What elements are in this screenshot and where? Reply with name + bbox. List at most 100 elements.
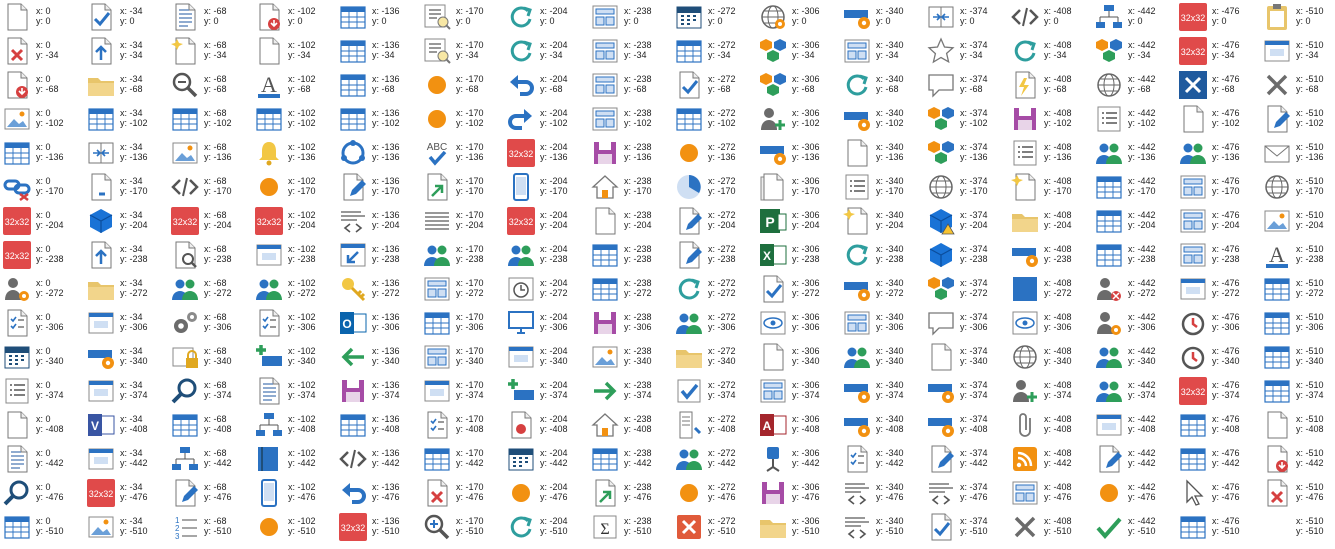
offset-y-label: y: -68 — [288, 84, 311, 94]
icon-offset-label: x: -136 y: -34 — [372, 40, 400, 60]
offset-x-label: x: -272 — [708, 312, 736, 322]
icon-cell: x: 0 y: -340 — [0, 340, 84, 374]
svg-text:32x32: 32x32 — [5, 251, 30, 261]
icon-cell: ABC x: -170 y: -136 — [420, 136, 504, 170]
icon-cell: x: -272 y: -374 — [672, 374, 756, 408]
icon-offset-label: x: -170 y: -34 — [456, 40, 484, 60]
offset-y-label: y: -170 — [1128, 186, 1156, 196]
offset-x-label: x: -408 — [1044, 210, 1072, 220]
offset-y-label: y: -170 — [960, 186, 988, 196]
document-check-icon — [926, 512, 956, 542]
offset-y-label: y: -204 — [876, 220, 904, 230]
icon-offset-label: x: -204 y: 0 — [540, 6, 568, 26]
tools-icon — [1178, 70, 1208, 100]
offset-x-label: x: -374 — [960, 108, 988, 118]
icon-offset-label: x: -170 y: -476 — [456, 482, 484, 502]
icon-offset-label: x: -170 y: -272 — [456, 278, 484, 298]
text-code-icon — [338, 206, 368, 236]
icon-cell: x: -34 y: -34 — [84, 34, 168, 68]
table-icon — [674, 104, 704, 134]
delete-icon — [674, 512, 704, 542]
icon-cell: x: -476 y: -272 — [1176, 272, 1260, 306]
home-icon — [590, 410, 620, 440]
icon-offset-label: x: -136 y: 0 — [372, 6, 400, 26]
offset-x-label: x: -34 — [120, 40, 143, 50]
icon-offset-label: x: -306 y: -272 — [792, 278, 820, 298]
window-icon — [506, 342, 536, 372]
offset-y-label: y: -170 — [1212, 186, 1240, 196]
offset-x-label: x: -510 — [1296, 74, 1324, 84]
offset-y-label: y: -476 — [1212, 492, 1240, 502]
offset-x-label: x: -170 — [456, 142, 484, 152]
icon-cell: x: -374 y: -374 — [924, 374, 1008, 408]
icon-cell: x: -272 y: -442 — [672, 442, 756, 476]
offset-x-label: x: -102 — [288, 108, 316, 118]
icon-offset-label: x: -476 y: -408 — [1212, 414, 1240, 434]
icon-offset-label: x: -272 y: -34 — [708, 40, 736, 60]
offset-y-label: y: -170 — [36, 186, 64, 196]
icon-offset-label: x: -204 y: -238 — [540, 244, 568, 264]
text-document-icon — [254, 376, 284, 406]
spell-check-icon: ABC — [422, 138, 452, 168]
offset-x-label: x: -510 — [1296, 210, 1324, 220]
offset-x-label: x: -34 — [120, 482, 143, 492]
icon-offset-label: x: -34 y: -34 — [120, 40, 143, 60]
offset-x-label: x: -68 — [204, 448, 227, 458]
offset-x-label: x: -306 — [792, 142, 820, 152]
offset-y-label: y: 0 — [120, 16, 135, 26]
icon-cell: x: 0 y: -136 — [0, 136, 84, 170]
offset-y-label: y: -204 — [36, 220, 64, 230]
layout-icon — [422, 342, 452, 372]
document-check-icon — [674, 70, 704, 100]
icon-offset-label: x: -476 y: -238 — [1212, 244, 1240, 264]
project-icon: P — [758, 206, 788, 236]
offset-x-label: x: -476 — [1212, 482, 1240, 492]
icon-cell: x: -476 y: -170 — [1176, 170, 1260, 204]
text-code-icon — [842, 512, 872, 542]
icon-offset-label: x: -170 y: -306 — [456, 312, 484, 332]
document-search-icon — [170, 240, 200, 270]
window-icon — [86, 444, 116, 474]
offset-y-label: y: -170 — [876, 186, 904, 196]
settings-bar-icon — [842, 104, 872, 134]
offset-x-label: x: -34 — [120, 448, 143, 458]
code-icon — [170, 172, 200, 202]
offset-y-label: y: -306 — [120, 322, 148, 332]
offset-y-label: y: -102 — [792, 118, 820, 128]
globe-icon — [1262, 172, 1292, 202]
offset-y-label: y: -34 — [540, 50, 563, 60]
list-search-icon — [422, 2, 452, 32]
zoom-in-icon — [422, 512, 452, 542]
offset-x-label: x: -374 — [960, 448, 988, 458]
offset-y-label: y: -306 — [1296, 322, 1324, 332]
offset-y-label: y: -306 — [204, 322, 232, 332]
icon-cell: x: -238 y: -442 — [588, 442, 672, 476]
icon-cell: x: -374 y: -442 — [924, 442, 1008, 476]
offset-x-label: x: -204 — [540, 414, 568, 424]
icon-cell: x: -102 y: -170 — [252, 170, 336, 204]
icon-offset-label: x: -374 y: -272 — [960, 278, 988, 298]
icon-cell: x: -136 y: -68 — [336, 68, 420, 102]
list-icon — [842, 172, 872, 202]
offset-x-label: x: -442 — [1128, 380, 1156, 390]
offset-y-label: y: -136 — [36, 152, 64, 162]
offset-y-label: y: -374 — [540, 390, 568, 400]
offset-x-label: x: 0 — [36, 448, 51, 458]
icon-offset-label: x: -238 y: -170 — [624, 176, 652, 196]
icon-cell: x: -510 y: -34 — [1260, 34, 1335, 68]
offset-x-label: x: -442 — [1128, 74, 1156, 84]
export-icon — [590, 478, 620, 508]
icon-cell: x: -272 y: -306 — [672, 306, 756, 340]
offset-x-label: x: -170 — [456, 40, 484, 50]
attachment-icon — [1010, 410, 1040, 440]
offset-y-label: y: -510 — [120, 526, 148, 536]
icon-cell: x: -408 y: -204 — [1008, 204, 1092, 238]
icon-cell: x: -136 y: -170 — [336, 170, 420, 204]
icon-offset-label: x: -102 y: -306 — [288, 312, 316, 332]
offset-y-label: y: -34 — [792, 50, 815, 60]
offset-y-label: y: -34 — [624, 50, 647, 60]
offset-x-label: x: -102 — [288, 142, 316, 152]
offset-x-label: x: -340 — [876, 448, 904, 458]
table-icon — [422, 308, 452, 338]
image-icon — [590, 342, 620, 372]
